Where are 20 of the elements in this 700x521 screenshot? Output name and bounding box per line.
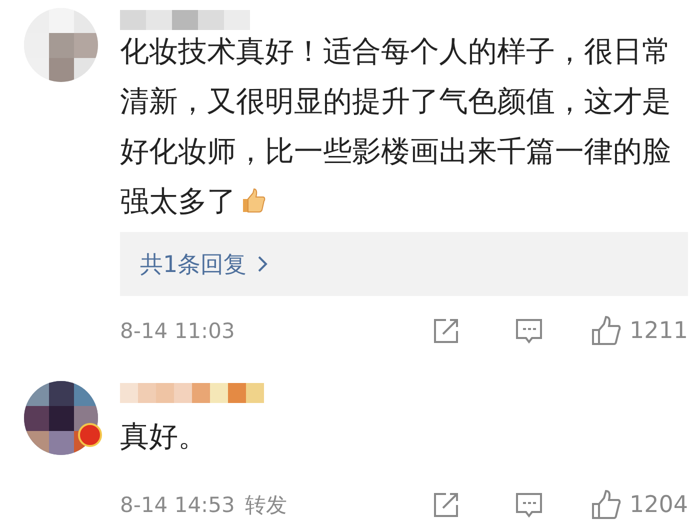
like-button[interactable]: 1204 [591, 490, 688, 520]
comment-icon [515, 317, 544, 345]
comment-text: 真好。 [120, 418, 208, 455]
comment-time: 8-14 11:03 [120, 319, 235, 343]
share-button[interactable] [432, 317, 460, 345]
share-button[interactable] [432, 491, 460, 519]
comment-time: 8-14 14:53 [120, 493, 235, 517]
comment-icon [515, 491, 544, 519]
comment-button[interactable] [515, 317, 544, 345]
thumbs-up-icon [591, 316, 622, 346]
share-icon [432, 317, 460, 345]
share-icon [432, 491, 460, 519]
thumbs-up-icon [591, 490, 622, 520]
replies-link[interactable]: 共1条回复 [140, 248, 269, 280]
comment-button[interactable] [515, 491, 544, 519]
thumbs-up-emoji-icon [240, 188, 266, 214]
repost-link[interactable]: 转发 [244, 491, 287, 519]
chevron-right-icon [256, 254, 269, 274]
comment-text: 化妆技术真好！适合每个人的样子，很日常清新，又很明显的提升了气色颜值，这才是好化妆师，比一些影楼画出来千篇一律的脸强太多了 [120, 33, 672, 220]
like-button[interactable]: 1211 [591, 316, 688, 346]
